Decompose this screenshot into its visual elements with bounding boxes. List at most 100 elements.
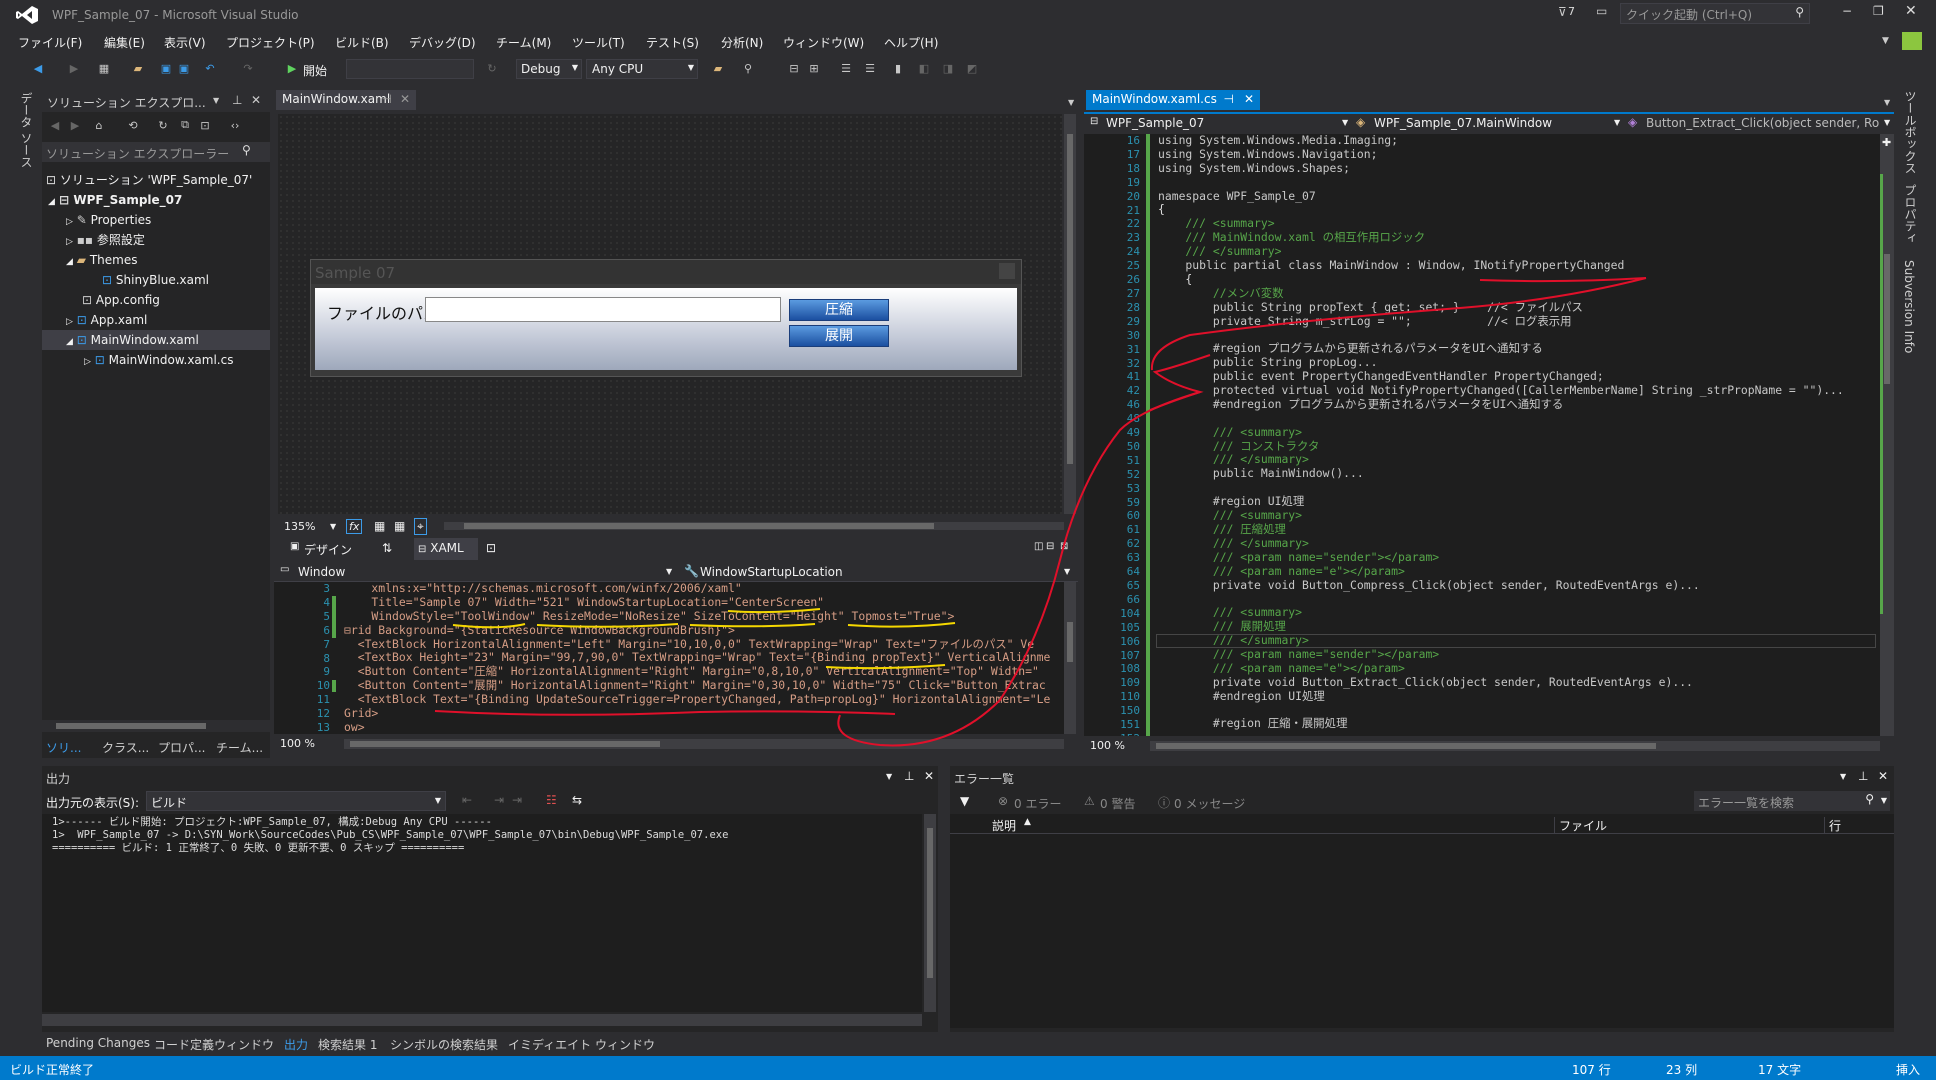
dropdown-icon[interactable]: ▼ xyxy=(213,96,219,105)
cs-hscrollbar[interactable] xyxy=(1150,741,1880,751)
scroll-thumb[interactable] xyxy=(464,523,934,529)
nav-class[interactable]: WPF_Sample_07.MainWindow xyxy=(1374,116,1552,130)
pin-icon[interactable]: ⊥ xyxy=(904,769,914,783)
xaml-zoom[interactable]: 100 % xyxy=(280,737,315,750)
clear-message-icon[interactable]: ⇥ xyxy=(512,793,522,807)
tree-item-project[interactable]: ◢ ⊟ WPF_Sample_07 xyxy=(48,190,182,210)
grid-icon[interactable]: ▦ xyxy=(374,519,385,533)
feedback-icon[interactable]: ▭ xyxy=(1596,4,1607,18)
error-icon[interactable]: ⊗ xyxy=(998,794,1008,808)
scroll-thumb[interactable] xyxy=(1884,254,1890,384)
refresh-icon[interactable]: ↻ xyxy=(156,118,170,132)
scroll-thumb[interactable] xyxy=(1067,622,1073,662)
open-icon[interactable]: ▰ xyxy=(130,60,146,76)
outdent-icon[interactable]: ☰ xyxy=(862,60,878,76)
menu-test[interactable]: テスト(S) xyxy=(646,34,699,51)
filter-icon[interactable]: ⊽ xyxy=(1558,5,1567,19)
scroll-thumb[interactable] xyxy=(1067,134,1073,464)
xaml-code[interactable]: xmlns:x="http://schemas.microsoft.com/wi… xyxy=(344,582,1050,734)
col-description[interactable]: 説明 xyxy=(992,817,1016,834)
xaml-editor[interactable]: 3 4 5 6 7 8 9 10 11 12 13 xmlns:x="http://schemas.… xyxy=(274,582,1064,734)
cs-vscrollbar[interactable]: ✚ xyxy=(1880,134,1894,736)
close-icon[interactable]: ✕ xyxy=(251,93,261,107)
warning-icon[interactable]: ⚠ xyxy=(1084,794,1095,808)
layout2-icon[interactable]: ⊞ xyxy=(806,60,822,76)
grid2-icon[interactable]: ▦ xyxy=(394,519,405,533)
scroll-thumb[interactable] xyxy=(56,723,206,729)
tab-mainwindow-cs[interactable]: MainWindow.xaml.cs ⊣ ✕ xyxy=(1086,90,1260,110)
fx-button[interactable]: fx xyxy=(346,519,363,534)
filter-icon[interactable]: ▼ xyxy=(960,794,969,808)
chevron-down-icon[interactable]: ▼ xyxy=(1884,118,1890,127)
tree-item-references[interactable]: ▷ ▪▪ 参照設定 xyxy=(66,230,145,250)
chevron-down-icon[interactable]: ▼ xyxy=(330,522,336,531)
quick-launch-box[interactable]: クイック起動 (Ctrl+Q) ⚲ xyxy=(1620,3,1810,24)
back-icon[interactable]: ◀ xyxy=(30,60,46,76)
tree-item-shinyblue[interactable]: ⊡ ShinyBlue.xaml xyxy=(102,270,209,290)
scroll-thumb[interactable] xyxy=(927,828,933,978)
account-badge[interactable] xyxy=(1902,32,1922,50)
chevron-down-icon[interactable]: ▼ xyxy=(666,567,672,576)
prev-message-icon[interactable]: ⇤ xyxy=(462,793,472,807)
tab-output[interactable]: 出力 xyxy=(284,1036,308,1053)
split-handle-icon[interactable]: ✚ xyxy=(1882,136,1891,149)
redo-icon[interactable]: ↷ xyxy=(240,60,256,76)
path-textbox[interactable] xyxy=(425,297,781,322)
message-count[interactable]: 0 メッセージ xyxy=(1174,795,1245,812)
clear-all-icon[interactable]: ☷ xyxy=(546,793,557,807)
menu-analyze[interactable]: 分析(N) xyxy=(721,34,763,51)
pin-icon[interactable]: ⊥ xyxy=(1858,769,1868,783)
compress-button[interactable]: 圧縮 xyxy=(789,299,889,321)
close-icon[interactable]: ✕ xyxy=(924,769,934,783)
error-search-input[interactable]: エラー一覧を検索 xyxy=(1698,794,1794,811)
dropdown-icon[interactable]: ▼ xyxy=(886,772,892,781)
tab-dropdown-icon[interactable]: ▼ xyxy=(1068,98,1074,107)
scope-left[interactable]: Window xyxy=(298,565,345,579)
subversion-vtab[interactable]: Subversion Info xyxy=(1902,260,1916,353)
col-file[interactable]: ファイル xyxy=(1554,817,1607,834)
refresh-icon[interactable]: ↻ xyxy=(484,60,500,76)
menu-file[interactable]: ファイル(F) xyxy=(18,34,82,51)
output-source-select[interactable]: ビルド ▼ xyxy=(146,791,446,811)
tree-item-mainwindow-cs[interactable]: ▷ ⊡ MainWindow.xaml.cs xyxy=(84,350,233,370)
xaml-vscrollbar[interactable] xyxy=(1064,582,1076,734)
designer-hscrollbar[interactable] xyxy=(444,522,1064,530)
code-icon[interactable]: ‹› xyxy=(228,118,242,132)
menu-team[interactable]: チーム(M) xyxy=(496,34,551,51)
data-sources-vtab[interactable]: データ ソース xyxy=(18,92,35,168)
design-window[interactable]: Sample 07 ファイルのパス 圧縮 展開 xyxy=(310,259,1022,377)
search-icon[interactable]: ⚲ xyxy=(1795,5,1804,19)
sync-icon[interactable]: ⟲ xyxy=(126,118,140,132)
close-button[interactable]: ✕ xyxy=(1905,3,1917,19)
tab-class[interactable]: クラス... xyxy=(102,739,149,756)
error-search-box[interactable]: エラー一覧を検索 ⚲ ▼ xyxy=(1694,791,1890,811)
toolbox-vtab[interactable]: ツールボックス xyxy=(1902,90,1919,174)
platform-select[interactable]: Any CPU ▼ xyxy=(586,59,698,79)
chevron-down-icon[interactable]: ▼ xyxy=(1342,118,1348,127)
split-vertical-icon[interactable]: ◫ xyxy=(1034,541,1043,552)
popout-icon[interactable]: ⊡ xyxy=(486,541,496,555)
show-all-icon[interactable]: ⊡ xyxy=(198,118,212,132)
xaml-hscrollbar[interactable] xyxy=(344,739,1064,749)
tab-solution[interactable]: ソリ... xyxy=(46,739,81,756)
tree-item-appxaml[interactable]: ▷ ⊡ App.xaml xyxy=(66,310,147,330)
nav-project[interactable]: WPF_Sample_07 xyxy=(1106,116,1204,130)
quick-launch-input[interactable]: クイック起動 (Ctrl+Q) xyxy=(1626,6,1752,23)
split-horizontal-icon[interactable]: ⊟ xyxy=(1046,541,1054,552)
tab-mainwindow-xaml[interactable]: MainWindow.xaml ⊣ ✕ xyxy=(276,90,416,110)
close-icon[interactable]: ✕ xyxy=(1878,769,1888,783)
bookmark-next-icon[interactable]: ◨ xyxy=(940,60,956,76)
menu-window[interactable]: ウィンドウ(W) xyxy=(783,34,864,51)
info-icon[interactable]: ⓘ xyxy=(1158,794,1170,811)
tab-code-definition[interactable]: コード定義ウィンドウ xyxy=(154,1036,274,1053)
solution-hscrollbar[interactable] xyxy=(42,720,270,732)
snap-icon[interactable]: ⌖ xyxy=(414,518,427,535)
tree-item-properties[interactable]: ▷ ✎ Properties xyxy=(66,210,151,230)
cs-zoom[interactable]: 100 % xyxy=(1090,739,1125,752)
error-count[interactable]: 0 エラー xyxy=(1014,795,1061,812)
output-vscrollbar[interactable] xyxy=(924,814,936,1012)
tree-item-themes[interactable]: ◢ ▰ Themes xyxy=(66,250,137,270)
search-icon[interactable]: ⚲ xyxy=(242,143,251,157)
solution-search-input[interactable]: ソリューション エクスプローラー xyxy=(46,145,229,162)
pin-icon[interactable]: ⊣ xyxy=(1224,92,1234,106)
